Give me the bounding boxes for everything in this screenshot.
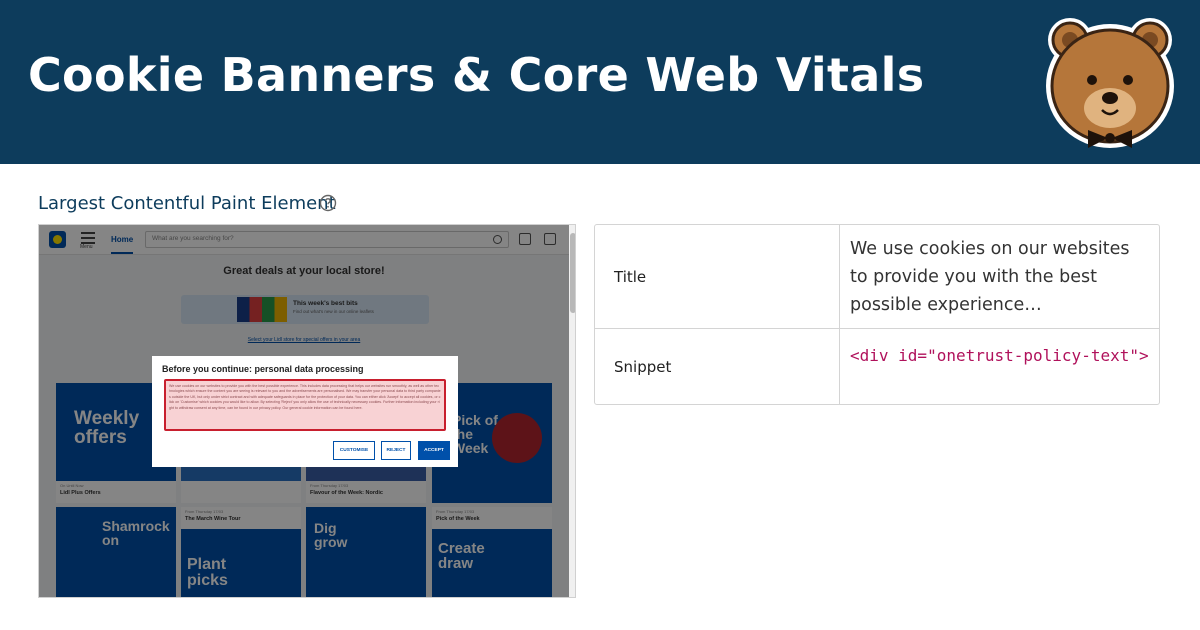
customise-button[interactable]: CUSTOMISE (333, 441, 375, 460)
bear-mascot-icon (1046, 18, 1174, 148)
table-row: Title We use cookies on our websites to … (595, 225, 1159, 329)
lcp-highlighted-text: We use cookies on our websites to provid… (164, 379, 446, 431)
website-preview: Menu Home What are you searching for? Gr… (39, 225, 569, 597)
row-label: Title (595, 225, 840, 328)
question-circle-icon[interactable] (319, 194, 337, 212)
cookie-consent-dialog: Before you continue: personal data proce… (152, 356, 458, 467)
preview-scrollbar[interactable] (569, 225, 575, 597)
lcp-details-table: Title We use cookies on our websites to … (594, 224, 1160, 405)
reject-button[interactable]: REJECT (381, 441, 411, 460)
snippet-label: Snippet (614, 357, 672, 376)
title-label: Title (614, 267, 647, 286)
dialog-body: We use cookies on our websites to provid… (169, 384, 441, 410)
row-label: Snippet (595, 329, 840, 404)
section-title: Largest Contentful Paint Element (38, 193, 336, 214)
snippet-value: <div id="onetrust-policy-text"> (850, 346, 1149, 365)
accept-button[interactable]: ACCEPT (418, 441, 450, 460)
dialog-title: Before you continue: personal data proce… (162, 364, 364, 374)
table-row: Snippet <div id="onetrust-policy-text"> (595, 329, 1159, 404)
header-banner: Cookie Banners & Core Web Vitals (0, 0, 1200, 164)
title-value: We use cookies on our websites to provid… (850, 239, 1130, 315)
scrollbar-thumb[interactable] (570, 233, 575, 313)
page-title: Cookie Banners & Core Web Vitals (28, 48, 925, 102)
lcp-screenshot: Menu Home What are you searching for? Gr… (38, 224, 576, 598)
